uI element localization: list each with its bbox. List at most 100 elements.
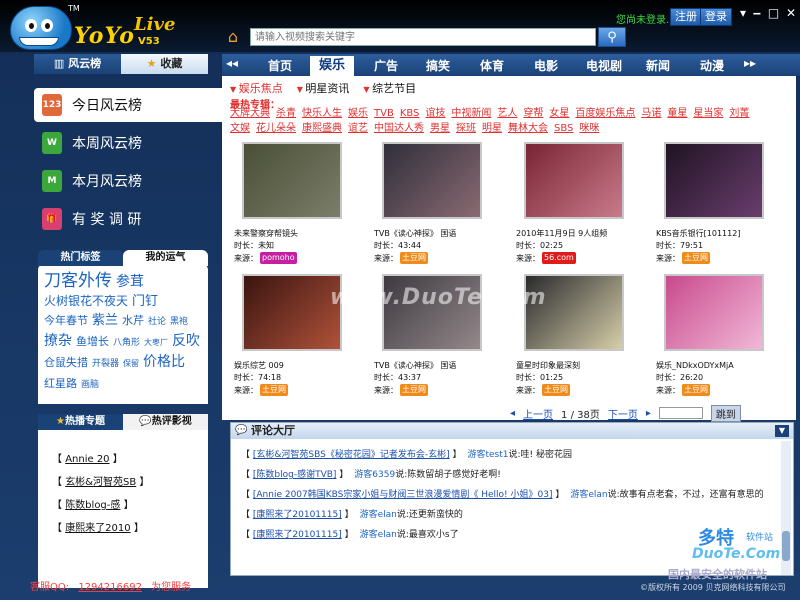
special-link[interactable]: 谊技 — [425, 106, 445, 121]
special-link[interactable]: 明星 — [482, 121, 502, 136]
collapse-icon[interactable]: ▼ — [775, 425, 789, 437]
comment-topic-link[interactable]: [康熙来了20101115] — [253, 530, 342, 540]
special-link[interactable]: 探班 — [456, 121, 476, 136]
video-thumbnail[interactable] — [242, 274, 342, 351]
tab-4[interactable]: 体育 — [470, 56, 514, 76]
comment-user[interactable]: 游客elan — [570, 490, 607, 500]
tab-3[interactable]: 搞笑 — [416, 56, 460, 76]
subtab-ent-focus[interactable]: 娱乐焦点 — [230, 80, 283, 95]
topic-item[interactable]: 【 康熙来了2010 】 — [52, 519, 202, 539]
source-logo[interactable]: 土豆网 — [400, 252, 428, 264]
hot-tag[interactable]: 社论 — [148, 313, 166, 332]
hot-tag[interactable]: 门钉 — [132, 292, 158, 311]
special-link[interactable]: 花儿朵朵 — [256, 121, 296, 136]
menu-icon[interactable]: ▾ — [740, 6, 746, 20]
hot-tag[interactable]: 反吹 — [172, 332, 200, 351]
special-link[interactable]: 快乐人生 — [302, 106, 342, 121]
hot-tag[interactable]: 画脑 — [81, 376, 99, 395]
rank-item-3[interactable]: 🎁 有 奖 调 研 — [34, 202, 222, 236]
video-thumbnail[interactable] — [664, 142, 764, 219]
special-link[interactable]: TVB — [374, 106, 394, 121]
special-link[interactable]: 艺人 — [497, 106, 517, 121]
home-icon[interactable]: ⌂ — [223, 28, 243, 46]
video-title[interactable]: TVB《读心神探》 国语 — [374, 228, 504, 239]
next-page-link[interactable]: 下一页 — [608, 406, 638, 421]
login-button[interactable]: 登录 — [700, 8, 732, 26]
video-card[interactable]: TVB《读心神探》 国语 时长：43:44 来源： 土豆网 — [374, 142, 502, 270]
special-link[interactable]: 大牌大典 — [230, 106, 270, 121]
special-link[interactable]: 舞林大会 — [508, 121, 548, 136]
hot-tag[interactable]: 八角形 — [113, 334, 140, 353]
topic-item[interactable]: 【 玄彬&河智苑SB 】 — [52, 473, 202, 493]
rank-item-2[interactable]: M 本月风云榜 — [34, 164, 222, 198]
search-input[interactable] — [250, 28, 596, 46]
special-link[interactable]: 中视新闻 — [451, 106, 491, 121]
rank-item-0[interactable]: 123 今日风云榜 — [34, 88, 222, 122]
hot-tag[interactable]: 参茸 — [116, 273, 144, 292]
comment-topic-link[interactable]: [陈数blog-感谢TVB] — [253, 470, 337, 480]
minimize-icon[interactable]: ‒ — [753, 6, 761, 20]
video-title[interactable]: 2010年11月9日 9人组频 — [516, 228, 646, 239]
comment-user[interactable]: 游客elan — [360, 510, 397, 520]
tab-my-luck[interactable]: 我的运气 — [123, 250, 208, 266]
tab-8[interactable]: 动漫 — [690, 56, 734, 76]
maximize-icon[interactable]: □ — [768, 6, 779, 20]
tab-hot-tags[interactable]: 热门标签 — [38, 250, 123, 266]
close-icon[interactable]: ✕ — [786, 6, 796, 20]
hot-tag[interactable]: 撩杂 — [44, 332, 72, 351]
hot-tag[interactable]: 红星路 — [44, 374, 77, 393]
special-link[interactable]: 中国达人秀 — [374, 121, 424, 136]
page-number-input[interactable] — [658, 407, 703, 419]
video-thumbnail[interactable] — [524, 142, 624, 219]
comment-user[interactable]: 游客test1 — [467, 450, 508, 460]
tab-0[interactable]: 首页 — [258, 56, 302, 76]
topic-item[interactable]: 【 Annie 20 】 — [52, 450, 202, 470]
hot-tag[interactable]: 黑袍 — [170, 313, 188, 332]
topic-link[interactable]: 陈数blog-感 — [65, 500, 120, 511]
special-link[interactable]: 童星 — [667, 106, 687, 121]
video-title[interactable]: TVB《读心神探》 国语 — [374, 360, 504, 371]
subtab-variety[interactable]: 综艺节目 — [363, 80, 416, 95]
hot-tag[interactable]: 刀客外传 — [44, 272, 112, 291]
source-logo[interactable]: pomoho — [260, 252, 297, 264]
tab-rankings[interactable]: ▥ 风云榜 — [34, 54, 121, 74]
special-link[interactable]: 男星 — [430, 121, 450, 136]
video-thumbnail[interactable] — [664, 274, 764, 351]
source-logo[interactable]: 土豆网 — [542, 384, 570, 396]
special-link[interactable]: 谊艺 — [348, 121, 368, 136]
tab-2[interactable]: 广告 — [364, 56, 408, 76]
video-title[interactable]: 未来警察穿帮镜头 — [234, 228, 364, 239]
tab-7[interactable]: 新闻 — [636, 56, 680, 76]
video-thumbnail[interactable] — [242, 142, 342, 219]
source-logo[interactable]: 土豆网 — [260, 384, 288, 396]
special-link[interactable]: 文娱 — [230, 121, 250, 136]
search-button[interactable]: ⚲ — [598, 27, 626, 47]
video-title[interactable]: 娱乐_NDkxODYxMjA — [656, 360, 786, 371]
video-card[interactable]: 娱乐_NDkxODYxMjA 时长：26:20 来源： 土豆网 — [656, 274, 784, 402]
hot-tag[interactable]: 大枣厂 — [144, 333, 168, 352]
hot-tag[interactable]: 水芹 — [122, 311, 144, 330]
hot-tag[interactable]: 开裂器 — [92, 355, 119, 374]
special-link[interactable]: 娱乐 — [348, 106, 368, 121]
special-link[interactable]: SBS — [554, 121, 573, 136]
video-card[interactable]: KBS音乐银行[101112] 时长：79:51 来源： 土豆网 — [656, 142, 784, 270]
rank-item-1[interactable]: W 本周风云榜 — [34, 126, 222, 160]
scroll-left-icon[interactable]: ◂◂ — [226, 56, 238, 70]
hot-tag[interactable]: 鱼增长 — [76, 332, 109, 351]
hot-tag[interactable]: 价格比 — [143, 353, 185, 372]
comment-user[interactable]: 游客elan — [360, 530, 397, 540]
special-link[interactable]: 星当家 — [693, 106, 723, 121]
qq-number-link[interactable]: 1294216692 — [78, 582, 142, 593]
special-link[interactable]: 康熙盛典 — [302, 121, 342, 136]
special-link[interactable]: 马诺 — [641, 106, 661, 121]
video-title[interactable]: 娱乐综艺 009 — [234, 360, 364, 371]
tab-6[interactable]: 电视剧 — [582, 56, 626, 76]
register-button[interactable]: 注册 — [670, 8, 702, 26]
hot-tag[interactable]: 今年春节 — [44, 311, 88, 330]
topic-item[interactable]: 【 陈数blog-感 】 — [52, 496, 202, 516]
special-link[interactable]: 百度娱乐焦点 — [575, 106, 635, 121]
source-logo[interactable]: 土豆网 — [400, 384, 428, 396]
tab-5[interactable]: 电影 — [524, 56, 568, 76]
tab-hot-reviews[interactable]: 💬热评影视 — [123, 414, 208, 430]
source-logo[interactable]: 56.com — [542, 252, 576, 264]
